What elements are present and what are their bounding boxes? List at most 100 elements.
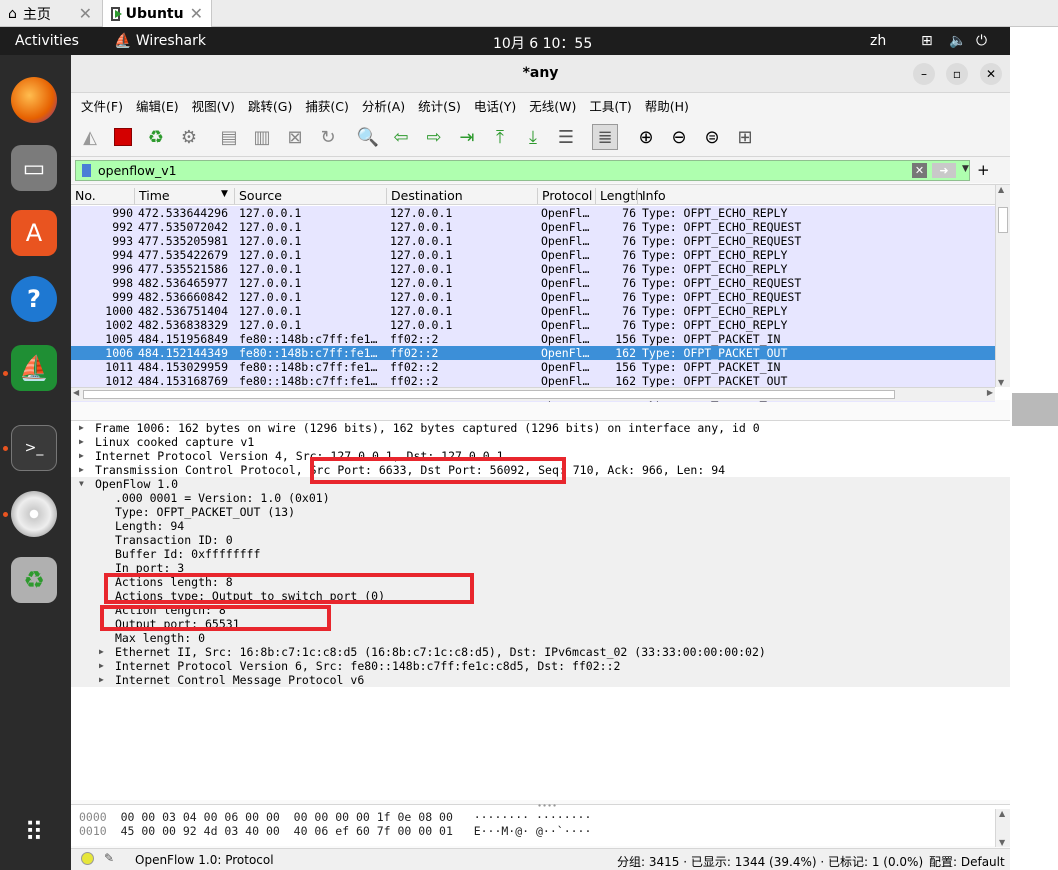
- menu-go[interactable]: 跳转(G): [248, 96, 292, 115]
- menu-edit[interactable]: 编辑(E): [136, 96, 179, 115]
- wireshark-icon[interactable]: ⛵: [11, 345, 57, 391]
- zoom-reset-icon[interactable]: ⊜: [699, 124, 725, 150]
- close-button[interactable]: ✕: [980, 63, 1002, 85]
- terminal-icon[interactable]: >_: [11, 425, 57, 471]
- clock[interactable]: 10月 6 10：55: [493, 33, 592, 53]
- scrollbar-thumb[interactable]: [998, 207, 1008, 233]
- packet-row[interactable]: 993 477.535205981 127.0.0.1 127.0.0.1 OpenFl…: [71, 234, 995, 248]
- packet-row[interactable]: 999 482.536660842 127.0.0.1 127.0.0.1 OpenFl…: [71, 290, 995, 304]
- show-apps-icon[interactable]: ⠿: [11, 810, 57, 856]
- expand-arrow-icon[interactable]: ▶: [79, 421, 84, 435]
- zoom-in-icon[interactable]: ⊕: [633, 124, 659, 150]
- packet-list-scrollbar[interactable]: ▲ ▼: [995, 185, 1010, 387]
- packet-row[interactable]: 1000 482.536751404 127.0.0.1 127.0.0.1 OpenF…: [71, 304, 995, 318]
- go-first-icon[interactable]: ⤒: [487, 124, 513, 150]
- close-icon[interactable]: ✕: [79, 4, 92, 23]
- packet-row[interactable]: 992 477.535072042 127.0.0.1 127.0.0.1 OpenFl…: [71, 220, 995, 234]
- expand-arrow-icon[interactable]: ▶: [79, 449, 84, 463]
- detail-row[interactable]: ▶ Ethernet II, Src: 16:8b:c7:1c:c8:d5 (16…: [71, 645, 1010, 659]
- menu-statistics[interactable]: 统计(S): [418, 96, 461, 115]
- menu-capture[interactable]: 捕获(C): [305, 96, 348, 115]
- packet-row[interactable]: 1006 484.152144349 fe80::148b:c7ff:fe1… ff0…: [71, 346, 995, 360]
- files-icon[interactable]: ▭: [11, 145, 57, 191]
- col-no[interactable]: No.: [71, 188, 96, 204]
- menu-telephony[interactable]: 电话(Y): [474, 96, 516, 115]
- power-icon[interactable]: ⏻: [976, 33, 987, 49]
- packet-details[interactable]: ▶ Frame 1006: 162 bytes on wire (1296 bit…: [71, 420, 1010, 800]
- edit-comment-icon[interactable]: ✎: [104, 851, 114, 865]
- apply-filter-icon[interactable]: ➜: [932, 163, 956, 178]
- maximize-button[interactable]: ▫: [946, 63, 968, 85]
- hex-scrollbar[interactable]: ▲ ▼: [995, 809, 1010, 847]
- packet-row[interactable]: 994 477.535422679 127.0.0.1 127.0.0.1 OpenFl…: [71, 248, 995, 262]
- resize-columns-icon[interactable]: ⊞: [732, 124, 758, 150]
- packet-bytes[interactable]: ∙∙∙∙ 0000 00 00 03 04 00 06 00 00 00 00 …: [71, 801, 1010, 847]
- volume-icon[interactable]: 🔈: [949, 33, 966, 49]
- close-icon[interactable]: ✕: [190, 4, 203, 23]
- packet-list-hscrollbar[interactable]: ◀ ▶: [71, 387, 995, 401]
- detail-row[interactable]: ▶ Linux cooked capture v1: [71, 435, 1010, 449]
- menu-analyze[interactable]: 分析(A): [362, 96, 405, 115]
- add-filter-button[interactable]: +: [977, 161, 990, 179]
- clear-filter-icon[interactable]: ✕: [912, 163, 927, 178]
- detail-row[interactable]: .000 0001 = Version: 1.0 (0x01): [71, 491, 1010, 505]
- menu-wireless[interactable]: 无线(W): [529, 96, 576, 115]
- go-forward-icon[interactable]: ⇨: [421, 124, 447, 150]
- detail-row[interactable]: Length: 94: [71, 519, 1010, 533]
- collapse-arrow-icon[interactable]: ▼: [79, 477, 84, 491]
- menu-view[interactable]: 视图(V): [192, 96, 235, 115]
- vm-tab-home[interactable]: ⌂ 主页 ✕: [0, 0, 100, 27]
- restart-capture-icon[interactable]: ♻: [143, 124, 169, 150]
- capture-options-icon[interactable]: ⚙: [176, 124, 202, 150]
- scroll-right-icon[interactable]: ▶: [987, 388, 993, 397]
- detail-row[interactable]: ▶ Internet Control Message Protocol v6: [71, 673, 1010, 687]
- packet-row[interactable]: 990 472.533644296 127.0.0.1 127.0.0.1 OpenFl…: [71, 206, 995, 220]
- trash-icon[interactable]: ♻: [11, 557, 57, 603]
- firefox-icon[interactable]: [11, 77, 57, 123]
- col-info[interactable]: Info: [637, 188, 666, 204]
- menu-file[interactable]: 文件(F): [81, 96, 123, 115]
- packet-row[interactable]: 998 482.536465977 127.0.0.1 127.0.0.1 OpenFl…: [71, 276, 995, 290]
- close-file-icon[interactable]: ⊠: [282, 124, 308, 150]
- detail-row[interactable]: ▶ Frame 1006: 162 bytes on wire (1296 bit…: [71, 421, 1010, 435]
- chevron-down-icon[interactable]: ▼: [962, 164, 969, 174]
- scroll-down-icon[interactable]: ▼: [998, 378, 1004, 387]
- scroll-up-icon[interactable]: ▲: [998, 185, 1004, 194]
- expert-info-icon[interactable]: [81, 852, 94, 865]
- open-file-icon[interactable]: ▤: [216, 124, 242, 150]
- expand-arrow-icon[interactable]: ▶: [79, 435, 84, 449]
- go-to-packet-icon[interactable]: ⇥: [454, 124, 480, 150]
- start-capture-icon[interactable]: ◭: [77, 124, 103, 150]
- packet-row[interactable]: 996 477.535521586 127.0.0.1 127.0.0.1 OpenFl…: [71, 262, 995, 276]
- zoom-out-icon[interactable]: ⊖: [666, 124, 692, 150]
- detail-row[interactable]: Max length: 0: [71, 631, 1010, 645]
- packet-row[interactable]: 1005 484.151956849 fe80::148b:c7ff:fe1… ff0…: [71, 332, 995, 346]
- network-icon[interactable]: ⊞: [921, 33, 933, 49]
- hscrollbar-thumb[interactable]: [83, 390, 895, 399]
- expand-arrow-icon[interactable]: ▶: [99, 659, 104, 673]
- packet-row[interactable]: 1012 484.153168769 fe80::148b:c7ff:fe1… ff0…: [71, 374, 995, 388]
- detail-row[interactable]: Transaction ID: 0: [71, 533, 1010, 547]
- help-icon[interactable]: ?: [11, 276, 57, 322]
- expand-arrow-icon[interactable]: ▶: [99, 645, 104, 659]
- col-protocol[interactable]: Protocol: [537, 188, 592, 204]
- app-center-icon[interactable]: A: [11, 210, 57, 256]
- stop-capture-icon[interactable]: [110, 124, 136, 150]
- vm-tab-ubuntu[interactable]: Ubuntu ✕: [102, 0, 212, 27]
- col-source[interactable]: Source: [234, 188, 282, 204]
- go-back-icon[interactable]: ⇦: [388, 124, 414, 150]
- detail-row[interactable]: ▶ Internet Protocol Version 6, Src: fe80:…: [71, 659, 1010, 673]
- app-menu[interactable]: ⛵ Wireshark: [114, 33, 206, 49]
- find-packet-icon[interactable]: 🔍: [355, 124, 381, 150]
- go-last-icon[interactable]: ⤓: [520, 124, 546, 150]
- scroll-left-icon[interactable]: ◀: [73, 388, 79, 397]
- splitter-handle[interactable]: ∙∙∙∙: [537, 801, 557, 810]
- minimize-button[interactable]: –: [913, 63, 935, 85]
- expand-arrow-icon[interactable]: ▶: [99, 673, 104, 687]
- activities-button[interactable]: Activities: [15, 33, 79, 49]
- packet-row[interactable]: 1002 482.536838329 127.0.0.1 127.0.0.1 OpenF…: [71, 318, 995, 332]
- profile[interactable]: 配置: Default: [929, 853, 1005, 870]
- disc-icon[interactable]: [11, 491, 57, 537]
- input-method[interactable]: zh: [870, 33, 886, 49]
- autoscroll-icon[interactable]: ☰: [553, 124, 579, 150]
